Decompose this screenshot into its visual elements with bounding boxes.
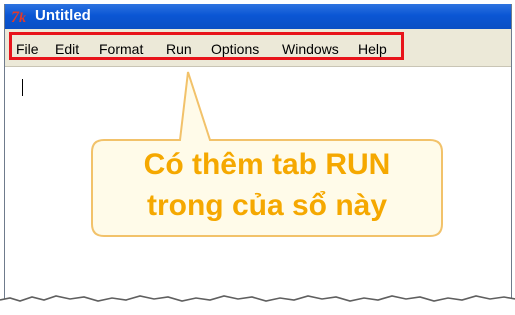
screenshot-stage: 7 k Untitled File Edit Format Run Option… — [0, 0, 515, 315]
callout-text-line-1: Có thêm tab RUN — [143, 148, 391, 181]
callout-text-line-2: trong của sổ này — [146, 189, 388, 222]
